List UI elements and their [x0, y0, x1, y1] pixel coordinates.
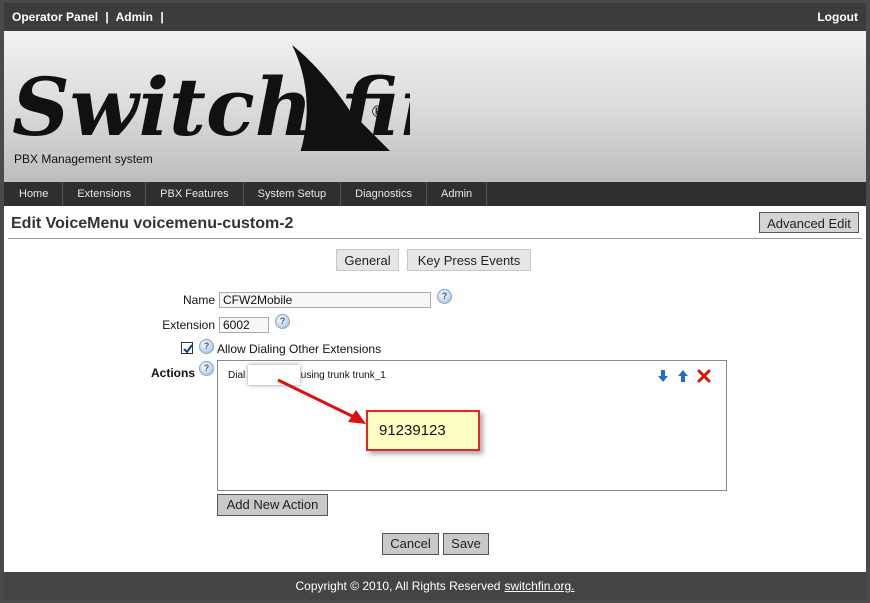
save-button[interactable]: Save: [443, 533, 489, 555]
header-banner: Switch fin ® PBX Management system: [4, 31, 866, 182]
tab-general[interactable]: General: [336, 249, 399, 271]
operator-panel-link[interactable]: Operator Panel: [12, 10, 98, 24]
action-prefix: Dial: [228, 370, 246, 381]
nav-item-extensions[interactable]: Extensions: [63, 182, 147, 206]
add-new-action-button[interactable]: Add New Action: [217, 494, 328, 516]
name-label: Name: [182, 293, 215, 307]
advanced-edit-button[interactable]: Advanced Edit: [759, 212, 859, 233]
admin-link[interactable]: Admin: [116, 10, 153, 24]
nav-item-pbx-features[interactable]: PBX Features: [146, 182, 244, 206]
nav-item-diagnostics[interactable]: Diagnostics: [341, 182, 427, 206]
banner-subtitle: PBX Management system: [14, 152, 153, 166]
footer-copyright: Copyright © 2010, All Rights Reserved: [295, 579, 501, 593]
name-field[interactable]: [219, 292, 431, 308]
arrow-up-icon[interactable]: [676, 369, 690, 383]
help-icon[interactable]: ?: [437, 289, 452, 304]
arrow-down-icon[interactable]: [656, 369, 670, 383]
extension-field[interactable]: [219, 317, 269, 333]
logout-link[interactable]: Logout: [817, 10, 858, 24]
nav-item-home[interactable]: Home: [4, 182, 64, 206]
allow-dialing-checkbox[interactable]: [181, 342, 193, 354]
top-bar-separator: |: [105, 10, 109, 24]
app-frame: Operator Panel | Admin | Logout Switch f…: [4, 3, 866, 600]
top-bar-separator: |: [160, 10, 164, 24]
top-bar-links: Operator Panel | Admin |: [12, 10, 168, 24]
title-divider: [8, 238, 862, 239]
cancel-button[interactable]: Cancel: [382, 533, 439, 555]
page-title: Edit VoiceMenu voicemenu-custom-2: [11, 215, 294, 232]
main-nav: Home Extensions PBX Features System Setu…: [4, 182, 866, 206]
actions-label: Actions: [150, 366, 195, 380]
registered-mark: ®: [370, 102, 386, 121]
callout-arrow: [277, 378, 366, 424]
help-icon[interactable]: ?: [199, 361, 214, 376]
help-icon[interactable]: ?: [199, 339, 214, 354]
top-bar: Operator Panel | Admin | Logout: [4, 3, 866, 31]
tab-key-press-events[interactable]: Key Press Events: [407, 249, 531, 271]
footer: Copyright © 2010, All Rights Reserved swi…: [4, 572, 866, 600]
extension-label: Extension: [162, 318, 215, 332]
switchfin-logo: Switch fin ®: [12, 45, 410, 151]
help-icon[interactable]: ?: [275, 314, 290, 329]
checkmark-icon: [183, 344, 193, 354]
nav-item-admin[interactable]: Admin: [427, 182, 488, 206]
allow-dialing-label: Allow Dialing Other Extensions: [217, 342, 382, 356]
nav-item-system-setup[interactable]: System Setup: [244, 182, 342, 206]
delete-icon[interactable]: [697, 369, 711, 383]
callout-annotation: 91239123: [366, 410, 480, 451]
footer-link[interactable]: switchfin.org.: [504, 579, 574, 593]
